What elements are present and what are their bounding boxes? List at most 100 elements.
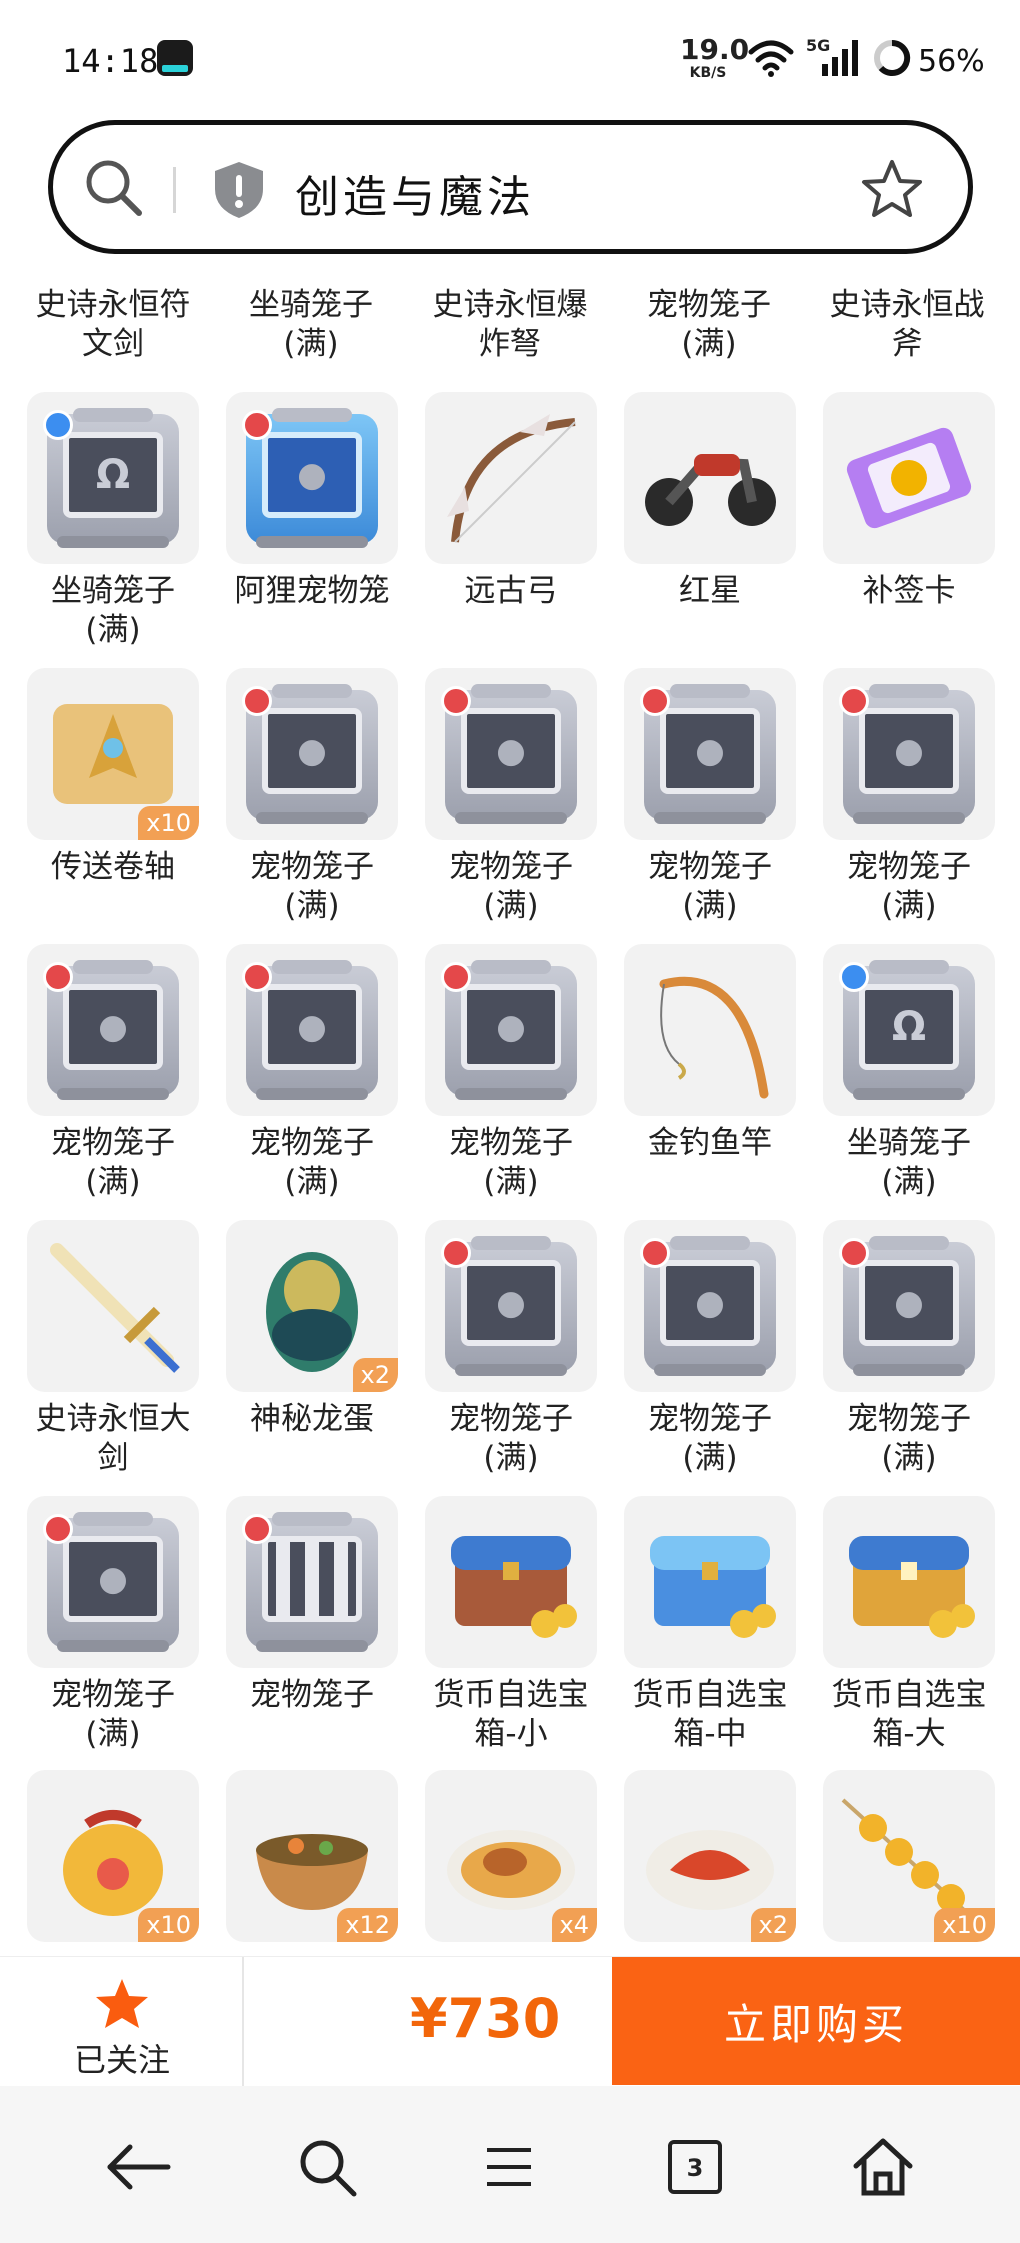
item-thumbnail[interactable]: x2: [624, 1770, 796, 1942]
search-divider: [173, 167, 176, 213]
item-label: 史诗永恒战斧: [829, 287, 985, 362]
item-label: 货币自选宝箱-中: [632, 1677, 788, 1752]
item-label: 阿狸宠物笼: [234, 573, 390, 609]
item-thumbnail[interactable]: ●: [624, 1220, 796, 1392]
item-thumbnail[interactable]: [823, 392, 995, 564]
mount-tag-icon: [43, 410, 73, 440]
item-thumbnail[interactable]: x10: [823, 1770, 995, 1942]
follow-label: 已关注: [73, 2041, 170, 2079]
buy-now-button[interactable]: 立即购买: [612, 1957, 1020, 2085]
paw-icon: ●: [496, 1007, 526, 1047]
item-thumbnail[interactable]: ●: [624, 668, 796, 840]
item-thumbnail[interactable]: ●: [823, 1220, 995, 1392]
item-thumbnail[interactable]: x4: [425, 1770, 597, 1942]
item-thumbnail[interactable]: x2: [226, 1220, 398, 1392]
menu-icon: [487, 2148, 531, 2186]
item-thumbnail[interactable]: [624, 392, 796, 564]
search-icon[interactable]: [81, 155, 145, 219]
item-label: 坐骑笼子(满): [847, 1125, 971, 1200]
item-thumbnail[interactable]: ●: [226, 668, 398, 840]
quantity-badge: x10: [138, 1908, 199, 1942]
item-thumbnail[interactable]: ●: [425, 668, 597, 840]
tabs-button[interactable]: 3: [660, 2132, 730, 2202]
item-thumbnail[interactable]: ●: [226, 944, 398, 1116]
item-thumbnail[interactable]: [27, 1220, 199, 1392]
item-thumbnail[interactable]: x10: [27, 1770, 199, 1942]
item-thumbnail[interactable]: x12: [226, 1770, 398, 1942]
item-thumbnail[interactable]: ●: [425, 944, 597, 1116]
pet-tag-icon: [242, 686, 272, 716]
item-label: 宠物笼子(满): [648, 849, 772, 924]
item-thumbnail[interactable]: [226, 1496, 398, 1668]
network-speed-value: 19.0: [680, 33, 750, 66]
item-label: 宠物笼子(满): [449, 849, 573, 924]
status-time: 14:18: [62, 42, 159, 80]
favorite-star-icon[interactable]: [860, 157, 924, 221]
search-query[interactable]: 创造与魔法: [295, 161, 535, 225]
item-thumbnail[interactable]: [823, 1496, 995, 1668]
quantity-badge: x2: [352, 1358, 398, 1392]
item-thumbnail[interactable]: [425, 392, 597, 564]
cage-handle: [869, 684, 949, 698]
pet-tag-icon: [640, 686, 670, 716]
item-label: 宠物笼子(满): [250, 1125, 374, 1200]
item-label: 远古弓: [464, 573, 558, 609]
menu-button[interactable]: [474, 2132, 544, 2202]
item-label: 传送卷轴: [51, 849, 175, 885]
paw-icon: ●: [297, 455, 327, 495]
item-thumbnail[interactable]: ●: [425, 1220, 597, 1392]
cage-handle: [272, 684, 352, 698]
item-thumbnail[interactable]: Ω: [27, 392, 199, 564]
paw-icon: ●: [695, 731, 725, 771]
item-label: 宠物笼子(满): [647, 287, 771, 362]
item-label: 货币自选宝箱-大: [831, 1677, 987, 1752]
pet-tag-icon: [441, 1238, 471, 1268]
network-speed-unit: KB/S: [689, 65, 727, 81]
cage-foot: [654, 812, 766, 824]
pet-tag-icon: [441, 686, 471, 716]
item-thumbnail[interactable]: ●: [27, 944, 199, 1116]
nav-search-button[interactable]: [292, 2132, 362, 2202]
makeup-sign-card-image: [846, 427, 972, 529]
back-button[interactable]: [104, 2132, 174, 2202]
cage-window: ●: [63, 1536, 163, 1622]
item-thumbnail[interactable]: ●: [27, 1496, 199, 1668]
item-label: 宠物笼子(满): [449, 1401, 573, 1476]
treasure-chest-medium-image: [650, 1536, 776, 1638]
cage-foot: [853, 1088, 965, 1100]
item-thumbnail[interactable]: ●: [823, 668, 995, 840]
home-button[interactable]: [848, 2132, 918, 2202]
home-icon: [853, 2138, 913, 2196]
cage-handle: [73, 408, 153, 422]
cage-foot: [256, 1088, 368, 1100]
cage-foot: [57, 1640, 169, 1652]
cage-window: ●: [262, 432, 362, 518]
follow-button[interactable]: 已关注: [0, 1957, 244, 2087]
pet-tag-icon: [441, 962, 471, 992]
cage-foot: [455, 1088, 567, 1100]
quantity-badge: x2: [750, 1908, 796, 1942]
ancient-bow-image: [447, 414, 576, 543]
shield-icon: [215, 162, 263, 218]
item-thumbnail[interactable]: [425, 1496, 597, 1668]
pet-tag-icon: [43, 1514, 73, 1544]
quantity-badge: x10: [934, 1908, 995, 1942]
paw-icon: ●: [894, 731, 924, 771]
network-speed: 19.0 KB/S: [680, 33, 750, 81]
epic-greatsword-image: [50, 1243, 180, 1373]
horseshoe-icon: Ω: [95, 452, 130, 498]
item-thumbnail[interactable]: [624, 1496, 796, 1668]
pet-tag-icon: [242, 962, 272, 992]
item-thumbnail[interactable]: [624, 944, 796, 1116]
cage-foot: [57, 536, 169, 548]
cage-foot: [853, 812, 965, 824]
item-thumbnail[interactable]: x10: [27, 668, 199, 840]
item-thumbnail[interactable]: Ω: [823, 944, 995, 1116]
treasure-chest-large-image: [849, 1536, 975, 1638]
cage-window: ●: [461, 1260, 561, 1346]
cage-window: ●: [461, 984, 561, 1070]
cage-foot: [256, 1640, 368, 1652]
search-bar[interactable]: 创造与魔法: [48, 120, 973, 254]
item-label: 宠物笼子: [250, 1677, 374, 1713]
item-thumbnail[interactable]: ●: [226, 392, 398, 564]
